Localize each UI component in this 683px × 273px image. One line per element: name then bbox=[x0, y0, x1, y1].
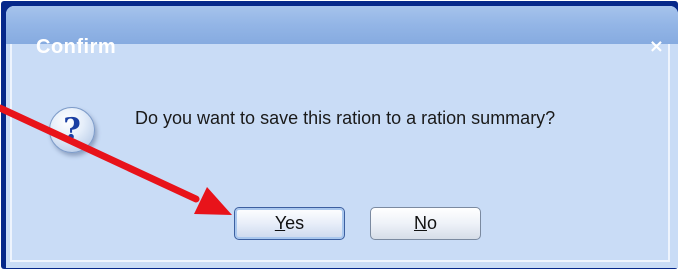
no-button[interactable]: No bbox=[370, 207, 481, 240]
question-icon: ? bbox=[49, 107, 95, 153]
confirm-dialog: Confirm × ? Do you want to save this rat… bbox=[6, 6, 678, 268]
yes-button[interactable]: Yes bbox=[234, 207, 345, 240]
yes-mnemonic: Y bbox=[274, 213, 286, 233]
yes-label-rest: es bbox=[285, 213, 305, 233]
no-label-rest: o bbox=[426, 213, 437, 233]
dialog-message: Do you want to save this ration to a rat… bbox=[135, 108, 556, 128]
no-mnemonic: N bbox=[413, 213, 427, 233]
